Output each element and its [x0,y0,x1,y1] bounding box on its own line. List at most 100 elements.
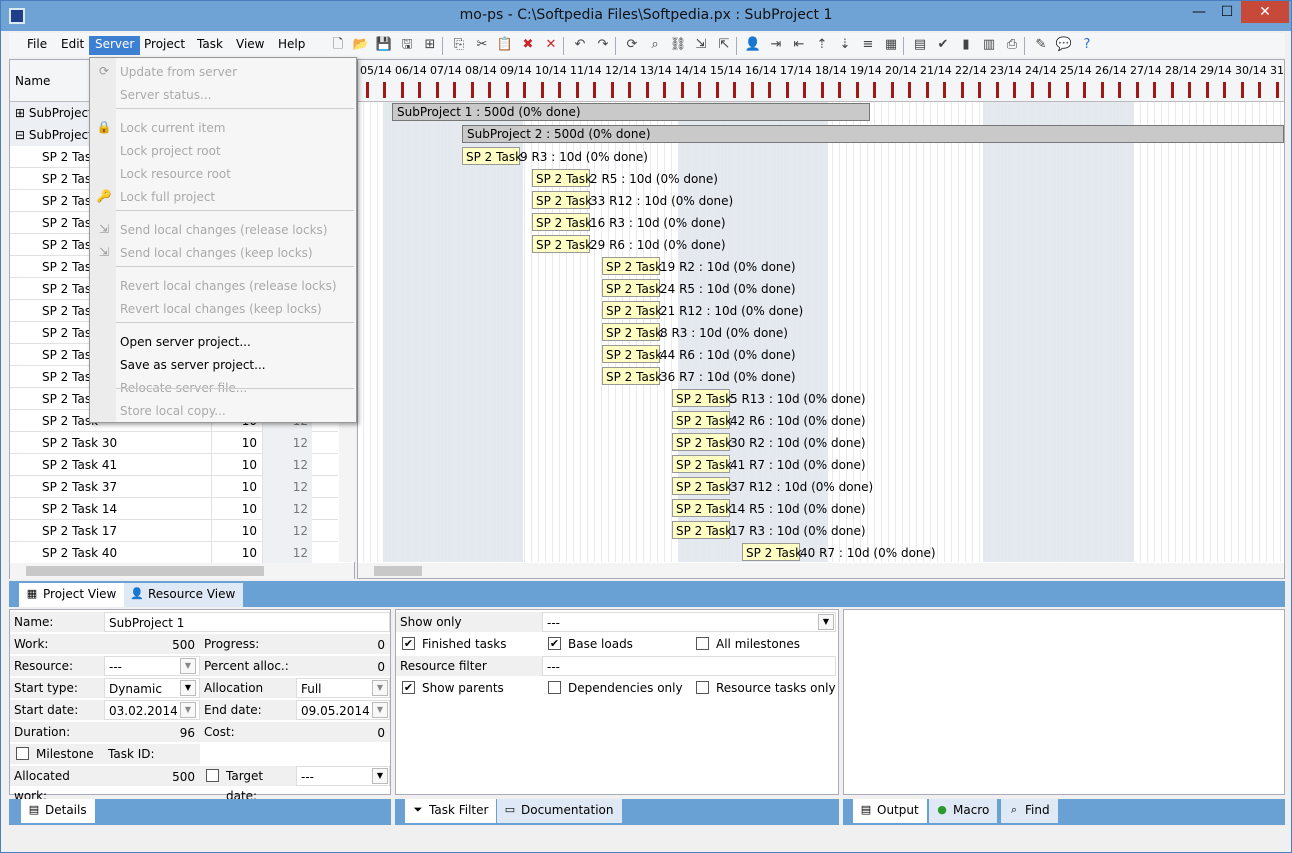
title-bar[interactable]: mo-ps - C:\Softpedia Files\Softpedia.px … [1,1,1291,31]
menu-item[interactable]: Lock project root [120,141,221,161]
undo-icon[interactable]: ↶ [571,36,589,54]
print-icon[interactable]: ⎙ [1003,36,1021,54]
task-bar[interactable]: SP 2 Task36 R7 : 10d (0% done) [602,367,796,385]
task-bar[interactable]: SP 2 Task17 R3 : 10d (0% done) [672,521,866,539]
import-icon[interactable]: ⇲ [692,36,710,54]
task-bar[interactable]: SP 2 Task41 R7 : 10d (0% done) [672,455,866,473]
menu-server[interactable]: Server [89,36,141,55]
menu-item[interactable]: Store local copy... [120,401,226,421]
menu-edit[interactable]: Edit [55,36,90,55]
task-bar[interactable]: SP 2 Task9 R3 : 10d (0% done) [462,147,648,165]
menu-item[interactable]: Send local changes (release locks) [120,220,327,240]
menu-item[interactable]: Send local changes (keep locks) [120,243,313,263]
redo-icon[interactable]: ↷ [594,36,612,54]
tab-find[interactable]: ⌕ Find [1001,799,1058,823]
scroll-thumb[interactable] [374,566,422,576]
menu-item[interactable]: Open server project... [120,332,251,352]
task-bar[interactable]: SP 2 Task16 R3 : 10d (0% done) [532,213,726,231]
dependencies-only-checkbox[interactable] [548,681,561,694]
tab-output[interactable]: ▤ Output [853,799,927,823]
menu-item[interactable]: Save as server project... [120,355,266,375]
table-row[interactable]: SP 2 Task 40 10 12 [10,542,338,564]
refresh-icon[interactable]: ⟳ [623,36,641,54]
resource-filter-field[interactable]: --- [542,656,836,676]
milestone-checkbox[interactable] [16,747,29,760]
tab-documentation[interactable]: ▭ Documentation [497,799,622,823]
copy-icon[interactable]: ⎘ [450,36,468,54]
report-icon[interactable]: ▥ [980,36,998,54]
search-icon[interactable]: ⌕ [646,36,664,54]
chevron-down-icon[interactable]: ▼ [180,702,196,718]
task-bar[interactable]: SP 2 Task24 R5 : 10d (0% done) [602,279,796,297]
check-icon[interactable]: ✔ [934,36,952,54]
tab-task-filter[interactable]: ⏷ Task Filter [405,799,497,823]
table-row[interactable]: SP 2 Task 37 10 12 [10,476,338,498]
summary-bar[interactable]: SubProject 2 : 500d (0% done) [462,125,1284,143]
task-bar[interactable]: SP 2 Task29 R6 : 10d (0% done) [532,235,726,253]
table-row[interactable]: SP 2 Task 41 10 12 [10,454,338,476]
menu-help[interactable]: Help [272,36,311,55]
tree-icon[interactable]: ⊞ [421,36,439,54]
task-bar[interactable]: SP 2 Task37 R12 : 10d (0% done) [672,477,873,495]
task-bar[interactable]: SP 2 Task14 R5 : 10d (0% done) [672,499,866,517]
resource-tasks-only-checkbox[interactable] [696,681,709,694]
chevron-down-icon[interactable]: ▼ [818,614,834,630]
summary-bar[interactable]: SubProject 1 : 500d (0% done) [392,103,870,121]
task-bar[interactable]: SP 2 Task21 R12 : 10d (0% done) [602,301,803,319]
task-bar[interactable]: SP 2 Task33 R12 : 10d (0% done) [532,191,733,209]
chevron-down-icon[interactable]: ▼ [372,680,388,696]
menu-item[interactable]: Update from server [120,62,237,82]
task-bar[interactable]: SP 2 Task44 R6 : 10d (0% done) [602,345,796,363]
minimize-button[interactable]: — [1185,1,1213,23]
task-bar[interactable]: SP 2 Task8 R3 : 10d (0% done) [602,323,788,341]
menu-item[interactable]: Revert local changes (keep locks) [120,299,322,319]
chevron-down-icon[interactable]: ▼ [372,702,388,718]
table-row[interactable]: SP 2 Task 14 10 12 [10,498,338,520]
all-milestones-checkbox[interactable] [696,637,709,650]
indent-icon[interactable]: ⇥ [767,36,785,54]
show-parents-checkbox[interactable]: ✔ [402,681,415,694]
base-loads-checkbox[interactable]: ✔ [548,637,561,650]
target-date-checkbox[interactable] [206,769,219,782]
tab-details[interactable]: ▤ Details [21,799,95,823]
tab-macro[interactable]: ● Macro [929,799,998,823]
task-bar[interactable]: SP 2 Task2 R5 : 10d (0% done) [532,169,718,187]
menu-view[interactable]: View [230,36,270,55]
name-field[interactable]: SubProject 1 [104,612,390,632]
table-row[interactable]: SP 2 Task 30 10 12 [10,432,338,454]
new-icon[interactable]: 🗋 [329,36,347,54]
column-header-name[interactable]: Name [15,74,50,88]
task-bar[interactable]: SP 2 Task42 R6 : 10d (0% done) [672,411,866,429]
tab-resource-view[interactable]: 👤 Resource View [124,583,244,607]
move-down-icon[interactable]: ⇣ [836,36,854,54]
table-row[interactable]: SP 2 Task 17 10 12 [10,520,338,542]
calculator-icon[interactable]: ▤ [911,36,929,54]
save-as-icon[interactable]: 🖫 [398,36,416,54]
gantt-horizontal-scrollbar[interactable] [358,563,1284,578]
maximize-button[interactable]: ☐ [1213,1,1241,23]
menu-item[interactable]: Server status... [120,85,211,105]
menu-task[interactable]: Task [191,36,229,55]
cut-icon[interactable]: ✂ [473,36,491,54]
open-icon[interactable]: 📂 [352,36,370,54]
chevron-down-icon[interactable]: ▼ [372,768,388,784]
calendar-icon[interactable]: ▦ [882,36,900,54]
show-only-select[interactable]: --- [542,612,836,632]
tools-icon[interactable]: ✎ [1032,36,1050,54]
expand-icon[interactable]: ⊞ [15,106,29,120]
export-icon[interactable]: ⇱ [715,36,733,54]
chevron-down-icon[interactable]: ▼ [180,680,196,696]
menu-item[interactable]: Lock resource root [120,164,231,184]
grid-horizontal-scrollbar[interactable] [10,563,354,579]
menu-item[interactable]: Lock full project [120,187,215,207]
move-up-icon[interactable]: ⇡ [813,36,831,54]
scroll-thumb[interactable] [26,566,264,576]
chart-icon[interactable]: ▮ [957,36,975,54]
task-bar[interactable]: SP 2 Task5 R13 : 10d (0% done) [672,389,866,407]
user-icon[interactable]: 👤 [744,36,762,54]
save-icon[interactable]: 💾 [375,36,393,54]
finished-tasks-checkbox[interactable]: ✔ [402,637,415,650]
task-bar[interactable]: SP 2 Task30 R2 : 10d (0% done) [672,433,866,451]
menu-project[interactable]: Project [138,36,191,55]
delete-icon[interactable]: ✖ [519,36,537,54]
